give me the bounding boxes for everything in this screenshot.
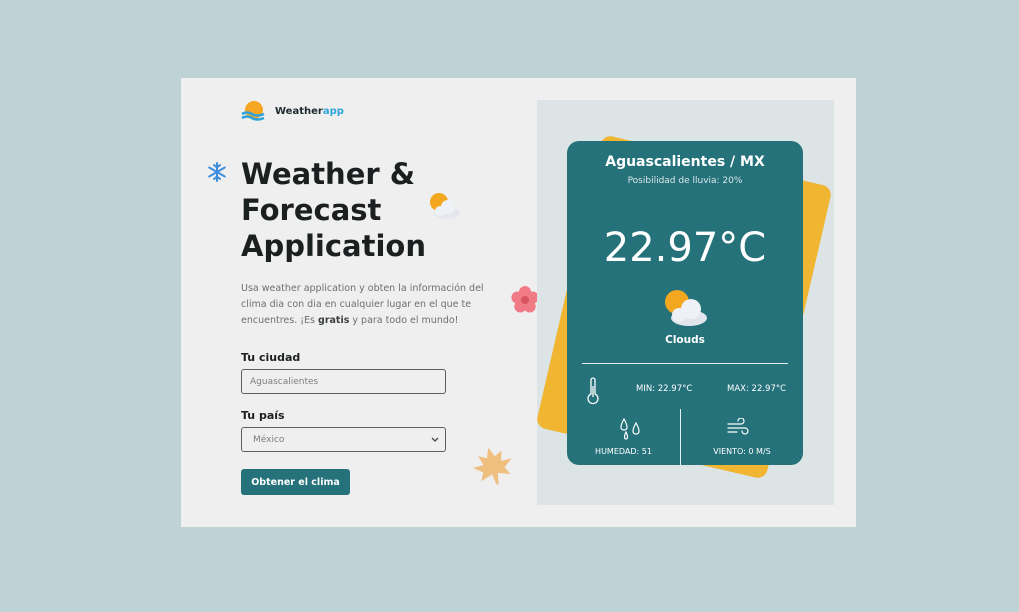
drops-icon [620,417,640,440]
description: Usa weather application y obten la infor… [241,283,484,326]
weather-card: Aguascalientes / MX Posibilidad de lluvi… [567,141,803,465]
page-title: Weather & Forecast Application [241,157,426,263]
wind-icon [727,418,749,435]
chevron-down-icon [431,437,439,442]
sun-cloud-icon [665,290,707,326]
country-select[interactable]: México [241,427,446,452]
maple-leaf-icon [472,447,512,485]
city-label: Tu ciudad [241,351,301,364]
city-input-value: Aguascalientes [250,376,319,387]
divider [582,363,788,364]
weather-panel: Aguascalientes / MX Posibilidad de lluvi… [535,100,834,505]
temp-max: MAX: 22.97°C [727,384,787,394]
temp-min: MIN: 22.97°C [636,384,693,394]
humidity: HUMEDAD: 51 [595,447,652,456]
weather-logo-icon [241,101,265,121]
country-select-value: México [253,434,285,445]
main-card: Weatherapp Weather & Forecast Applicatio… [181,78,856,527]
wind-speed: VIENTO: 0 M/S [713,447,771,456]
logo[interactable]: Weatherapp [241,100,344,122]
country-label: Tu país [241,409,285,422]
logo-text: Weatherapp [275,105,344,117]
get-weather-button[interactable]: Obtener el clima [241,469,350,495]
weather-location: Aguascalientes / MX [605,154,765,170]
snowflake-icon [208,162,226,182]
weather-condition: Clouds [665,334,705,346]
rain-chance: Posibilidad de lluvia: 20% [627,176,743,186]
city-input[interactable]: Aguascalientes [241,369,446,394]
temperature: 22.97°C [603,225,767,271]
flower-icon [511,286,539,313]
thermometer-icon [587,377,599,405]
sun-cloud-icon [430,193,460,219]
vertical-divider [680,409,681,465]
